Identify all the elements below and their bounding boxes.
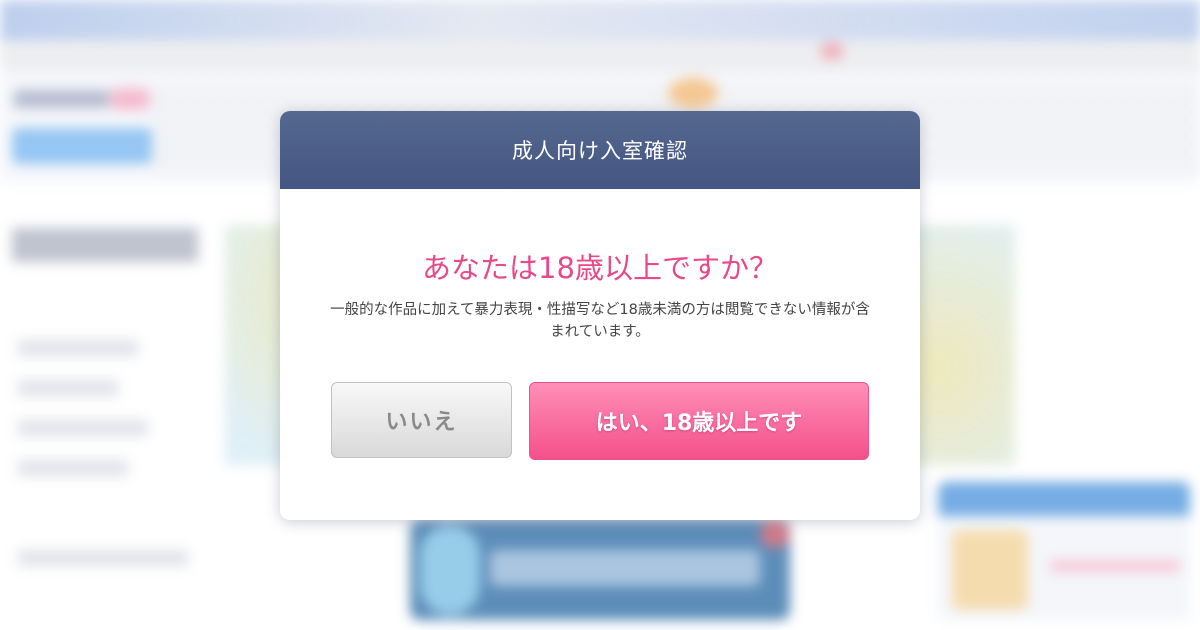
dialog-header: 成人向け入室確認 <box>280 111 920 189</box>
content-warning-text: 一般的な作品に加えて暴力表現・性描写など18歳未満の方は閲覧できない情報が含まれ… <box>330 302 870 340</box>
confirm-age-button[interactable]: はい、18歳以上です <box>529 382 869 460</box>
no-button[interactable]: いいえ <box>331 382 512 458</box>
age-question: あなたは18歳以上ですか？ <box>422 251 778 285</box>
age-verification-dialog: 成人向け入室確認 あなたは18歳以上ですか？ 一般的な作品に加えて暴力表現・性描… <box>280 111 920 520</box>
dialog-body: あなたは18歳以上ですか？ 一般的な作品に加えて暴力表現・性描写など18歳未満の… <box>280 189 920 343</box>
dialog-title: 成人向け入室確認 <box>512 139 688 163</box>
dialog-buttons: いいえ はい、18歳以上です <box>331 382 869 460</box>
